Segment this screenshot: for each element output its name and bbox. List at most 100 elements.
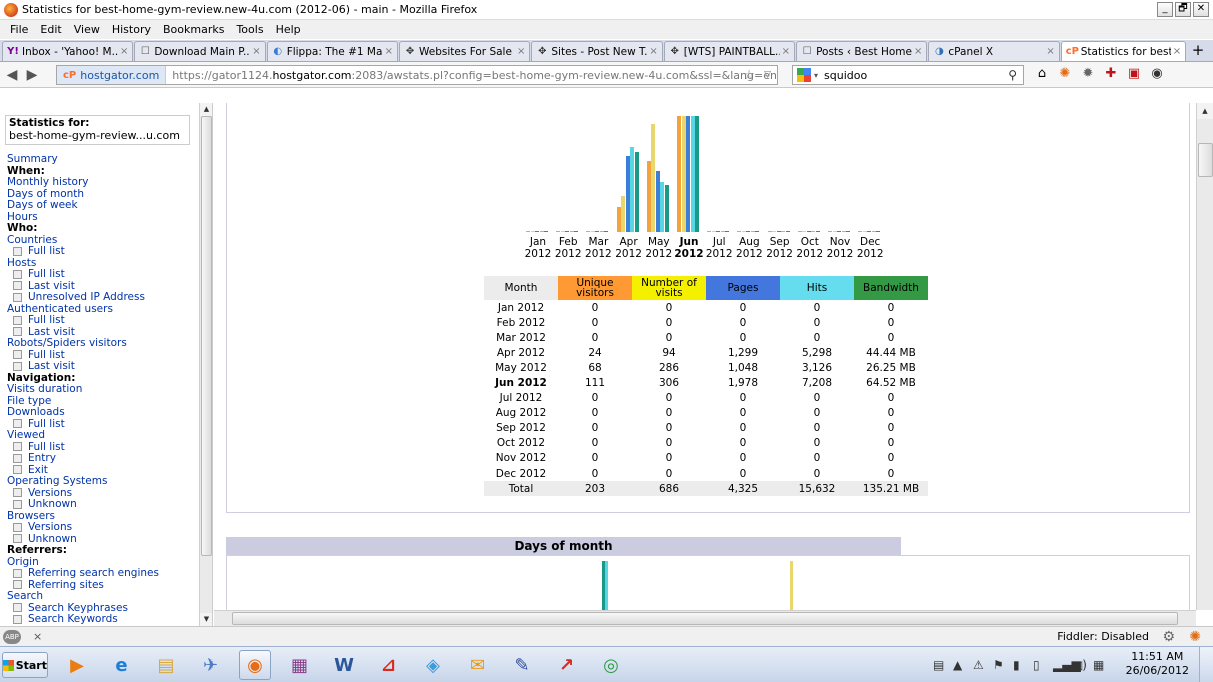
tab-close-icon[interactable]: × [120, 46, 128, 57]
main-scroll-thumb[interactable] [1198, 143, 1213, 177]
system-tray-icon[interactable]: ⚠ [973, 658, 984, 672]
browser-tab[interactable]: ✥ Websites For Sale ... × [399, 41, 531, 61]
tab-close-icon[interactable]: × [1046, 46, 1054, 57]
taskbar-app-icon[interactable]: ◉ [239, 650, 271, 680]
menu-link[interactable]: Viewed [7, 429, 197, 442]
menu-link[interactable]: Full list [7, 245, 197, 258]
menu-link[interactable]: Referring search engines [7, 567, 197, 580]
system-tray-icon[interactable]: ◁) [1073, 658, 1087, 672]
home-icon[interactable]: ⌂ [1034, 66, 1050, 82]
taskbar-app-icon[interactable]: ✎ [506, 650, 538, 680]
menu-link[interactable]: Downloads [7, 406, 197, 419]
menu-link[interactable]: Search [7, 590, 197, 603]
tab-close-icon[interactable]: × [385, 46, 393, 57]
menu-edit[interactable]: Edit [34, 23, 67, 36]
system-tray-icon[interactable]: ▲ [953, 658, 962, 672]
menu-link[interactable]: Unknown [7, 498, 197, 511]
start-button[interactable]: Start [2, 652, 48, 678]
search-input[interactable]: squidoo [824, 69, 867, 82]
new-tab-button[interactable]: + [1187, 41, 1209, 61]
maximize-button[interactable]: 🗗 [1175, 2, 1191, 17]
menu-link[interactable]: Unresolved IP Address [7, 291, 197, 304]
taskbar-app-icon[interactable]: ⊿ [373, 650, 405, 680]
system-tray-icon[interactable]: ▦ [1093, 658, 1104, 672]
main-scrollbar[interactable]: ▲ [1196, 103, 1213, 610]
site-identity-button[interactable]: cP hostgator.com [57, 66, 167, 84]
browser-tab[interactable]: Y! Inbox - 'Yahoo! M... × [2, 41, 134, 61]
menu-help[interactable]: Help [270, 23, 307, 36]
forward-arrow-icon[interactable]: ▶ [22, 67, 42, 83]
taskbar-app-icon[interactable]: ◈ [417, 650, 449, 680]
menu-link[interactable]: Search Keywords [7, 613, 197, 626]
main-scroll-up-icon[interactable]: ▲ [1197, 103, 1213, 119]
fiddler-icon[interactable]: ✺ [1057, 66, 1073, 82]
address-bar[interactable]: cP hostgator.com https://gator1124.hostga… [56, 65, 778, 85]
menu-link[interactable]: Full list [7, 268, 197, 281]
tab-close-icon[interactable]: × [914, 46, 922, 57]
browser-tab[interactable]: cPStatistics for best-...× [1060, 41, 1187, 61]
menu-link[interactable]: Last visit [7, 360, 197, 373]
adblock-icon[interactable]: ABP [3, 629, 21, 644]
left-scrollbar[interactable]: ▲ ▼ [199, 103, 212, 626]
taskbar-app-icon[interactable]: W [328, 650, 360, 680]
fiddler-status[interactable]: Fiddler: Disabled [1057, 630, 1149, 643]
taskbar-app-icon[interactable]: ✉ [462, 650, 494, 680]
taskbar-app-icon[interactable]: ▶ [61, 650, 93, 680]
horizontal-scroll-thumb[interactable] [232, 612, 1178, 625]
tab-close-icon[interactable]: × [782, 46, 790, 57]
browser-tab[interactable]: ☐ Download Main P... × [134, 41, 266, 61]
system-tray-icon[interactable]: ▯ [1033, 658, 1040, 672]
search-icon[interactable]: ⚲ [1008, 68, 1017, 82]
tab-close-icon[interactable]: × [649, 46, 657, 57]
back-arrow-icon[interactable]: ◀ [2, 67, 22, 83]
menu-link[interactable]: Summary [7, 153, 197, 166]
search-bar[interactable]: ▾ squidoo ⚲ [792, 65, 1024, 85]
extension-icon[interactable]: ◉ [1149, 66, 1165, 82]
show-desktop-button[interactable] [1199, 647, 1213, 682]
system-tray-icon[interactable]: ⚑ [993, 658, 1004, 672]
system-tray-icon[interactable]: ▤ [933, 658, 944, 672]
menu-bookmarks[interactable]: Bookmarks [157, 23, 230, 36]
browser-tab[interactable]: ✥ Sites - Post New T... × [531, 41, 663, 61]
close-window-button[interactable]: ✕ [1193, 2, 1209, 17]
horizontal-scrollbar[interactable] [214, 610, 1196, 626]
url-dropdown-icon[interactable]: ▽ [764, 70, 771, 80]
taskbar-app-icon[interactable]: ▤ [150, 650, 182, 680]
search-engine-caret-icon[interactable]: ▾ [814, 71, 818, 80]
system-tray-icon[interactable]: ▮ [1013, 658, 1020, 672]
google-icon[interactable] [797, 68, 811, 82]
menu-link[interactable]: Full list [7, 314, 197, 327]
menu-link[interactable]: Monthly history [7, 176, 197, 189]
browser-tab[interactable]: ☐ Posts ‹ Best Home... × [796, 41, 928, 61]
taskbar-app-icon[interactable]: ◎ [595, 650, 627, 680]
taskbar-app-icon[interactable]: e [106, 650, 138, 680]
scroll-down-icon[interactable]: ▼ [200, 613, 212, 626]
minimize-button[interactable]: _ [1157, 2, 1173, 17]
url-text[interactable]: https://gator1124.hostgator.com:2083/aws… [166, 69, 777, 82]
taskbar-app-icon[interactable]: ▦ [284, 650, 316, 680]
browser-tab[interactable]: ✥ [WTS] PAINTBALL... × [663, 41, 796, 61]
menu-file[interactable]: File [4, 23, 34, 36]
menu-link[interactable]: Days of week [7, 199, 197, 212]
bookmark-star-icon[interactable]: ☆ [743, 68, 755, 83]
tab-close-icon[interactable]: × [1173, 46, 1181, 57]
menu-link[interactable]: Visits duration [7, 383, 197, 396]
scroll-up-icon[interactable]: ▲ [200, 103, 212, 116]
gear-icon[interactable]: ⚙ [1162, 629, 1175, 645]
tab-close-icon[interactable]: × [517, 46, 525, 57]
left-scroll-thumb[interactable] [201, 116, 212, 556]
menu-view[interactable]: View [68, 23, 106, 36]
fiddler-fox-icon[interactable]: ✺ [1189, 629, 1201, 645]
browser-tab[interactable]: ◑ cPanel X × [928, 41, 1060, 61]
youtube-icon[interactable]: ▣ [1126, 66, 1142, 82]
menu-link[interactable]: Versions [7, 521, 197, 534]
browser-tab[interactable]: ◐ Flippa: The #1 Ma... × [266, 41, 399, 61]
tab-close-icon[interactable]: × [252, 46, 260, 57]
menu-link[interactable]: Entry [7, 452, 197, 465]
close-addon-bar-icon[interactable]: × [33, 630, 42, 643]
system-clock[interactable]: 11:51 AM 26/06/2012 [1126, 650, 1189, 678]
menu-tools[interactable]: Tools [230, 23, 269, 36]
taskbar-app-icon[interactable]: ✈ [195, 650, 227, 680]
taskbar-app-icon[interactable]: ↗ [551, 650, 583, 680]
gear-icon[interactable]: ✹ [1080, 66, 1096, 82]
